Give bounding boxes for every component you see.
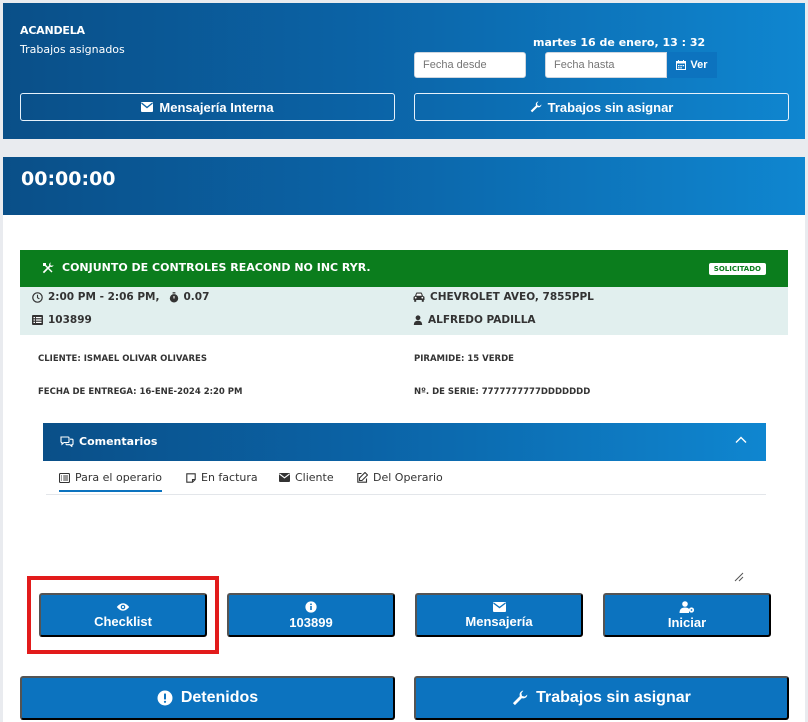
date-to-input[interactable] bbox=[545, 52, 667, 78]
list-icon bbox=[59, 472, 70, 483]
view-button-label: Ver bbox=[690, 59, 708, 71]
comments-icon bbox=[60, 436, 74, 447]
note-icon bbox=[186, 472, 196, 483]
delivery-detail: FECHA DE ENTREGA: 16-ENE-2024 2:20 PM bbox=[38, 387, 243, 397]
order-info-button[interactable]: 103899 bbox=[227, 593, 395, 637]
list-icon bbox=[32, 315, 43, 325]
eye-icon bbox=[116, 602, 130, 611]
tab-del-operario-label: Del Operario bbox=[373, 471, 443, 484]
job-info: 2:00 PM - 2:06 PM, 0.07 103899 CHEVROLET… bbox=[20, 287, 788, 335]
clock-icon bbox=[32, 291, 43, 303]
tab-para-el-operario[interactable]: Para el operario bbox=[59, 471, 163, 492]
tab-cliente-label: Cliente bbox=[295, 471, 334, 484]
stopwatch-icon bbox=[169, 291, 178, 302]
wrench-icon bbox=[513, 690, 528, 706]
calendar-icon bbox=[676, 60, 687, 70]
unassigned-jobs-button[interactable]: Trabajos sin asignar bbox=[414, 676, 789, 720]
page-subtitle: Trabajos asignados bbox=[20, 43, 125, 56]
exclamation-circle-icon bbox=[157, 690, 173, 706]
job-title-row: CONJUNTO DE CONTROLES REACOND NO INC RYR… bbox=[42, 261, 371, 274]
job-duration: 0.07 bbox=[183, 291, 210, 303]
job-timer: 00:00:00 bbox=[21, 168, 116, 190]
date-from-input[interactable] bbox=[414, 52, 526, 78]
messaging-button[interactable]: Mensajería bbox=[415, 593, 583, 637]
stopped-label: Detenidos bbox=[180, 689, 259, 706]
job-time-info: 2:00 PM - 2:06 PM, 0.07 bbox=[32, 291, 209, 303]
tab-en-factura-label: En factura bbox=[201, 471, 258, 484]
comments-header[interactable]: Comentarios bbox=[43, 423, 766, 461]
comments-title: Comentarios bbox=[79, 435, 158, 448]
unassigned-jobs-label: Trabajos sin asignar bbox=[536, 689, 691, 706]
current-datetime: martes 16 de enero, 13 : 32 bbox=[533, 36, 706, 49]
tab-cliente[interactable]: Cliente bbox=[279, 471, 334, 484]
job-time-range: 2:00 PM - 2:06 PM, bbox=[48, 291, 160, 303]
job-vehicle-info: CHEVROLET AVEO, 7855PPL bbox=[413, 291, 594, 303]
user-icon bbox=[413, 315, 423, 325]
edit-icon bbox=[357, 472, 368, 483]
timer-bar: 00:00:00 bbox=[3, 157, 805, 215]
job-card: CONJUNTO DE CONTROLES REACOND NO INC RYR… bbox=[3, 215, 805, 722]
comments-tabs: Para el operario En factura Cliente Del … bbox=[46, 462, 766, 495]
checklist-button[interactable]: Checklist bbox=[39, 593, 207, 637]
status-badge: SOLICITADO bbox=[708, 263, 766, 275]
client-detail: CLIENTE: ISMAEL OLIVAR OLIVARES bbox=[38, 354, 207, 364]
comments-title-row: Comentarios bbox=[60, 435, 157, 448]
view-button[interactable]: Ver bbox=[667, 52, 717, 78]
chevron-up-icon[interactable] bbox=[734, 433, 748, 447]
resize-handle-icon[interactable] bbox=[734, 572, 744, 582]
envelope-icon bbox=[279, 473, 290, 482]
job-header: CONJUNTO DE CONTROLES REACOND NO INC RYR… bbox=[20, 250, 788, 287]
stopped-button[interactable]: Detenidos bbox=[20, 676, 395, 720]
tab-para-el-operario-label: Para el operario bbox=[75, 471, 163, 484]
unassigned-jobs-header-label: Trabajos sin asignar bbox=[547, 99, 674, 115]
tools-icon bbox=[42, 262, 54, 273]
envelope-icon bbox=[141, 102, 154, 112]
serial-detail: Nº. DE SERIE: 7777777777DDDDDDD bbox=[414, 387, 591, 397]
start-button[interactable]: Iniciar bbox=[603, 593, 771, 637]
unassigned-jobs-header-button[interactable]: Trabajos sin asignar bbox=[414, 93, 789, 121]
envelope-icon bbox=[492, 601, 506, 612]
app-header: ACANDELA Trabajos asignados martes 16 de… bbox=[3, 3, 805, 139]
job-technician: ALFREDO PADILLA bbox=[428, 314, 536, 326]
tab-del-operario[interactable]: Del Operario bbox=[357, 471, 443, 484]
messaging-label: Mensajería bbox=[465, 613, 533, 629]
order-info-label: 103899 bbox=[289, 614, 333, 630]
job-title: CONJUNTO DE CONTROLES REACOND NO INC RYR… bbox=[62, 261, 371, 274]
job-order-info: 103899 bbox=[32, 314, 92, 326]
job-technician-info: ALFREDO PADILLA bbox=[413, 314, 536, 326]
wrench-icon bbox=[530, 101, 542, 113]
job-vehicle: CHEVROLET AVEO, 7855PPL bbox=[430, 291, 594, 303]
checklist-label: Checklist bbox=[94, 613, 152, 629]
job-order-number: 103899 bbox=[48, 314, 92, 326]
info-icon bbox=[305, 600, 317, 613]
car-icon bbox=[413, 292, 425, 302]
brand-name: ACANDELA bbox=[20, 24, 85, 37]
tab-en-factura[interactable]: En factura bbox=[186, 471, 258, 484]
start-label: Iniciar bbox=[667, 614, 707, 630]
piramide-detail: PIRAMIDE: 15 VERDE bbox=[414, 354, 514, 364]
internal-messages-label: Mensajería Interna bbox=[159, 99, 274, 115]
internal-messages-button[interactable]: Mensajería Interna bbox=[20, 93, 395, 121]
user-gear-icon bbox=[679, 600, 695, 613]
